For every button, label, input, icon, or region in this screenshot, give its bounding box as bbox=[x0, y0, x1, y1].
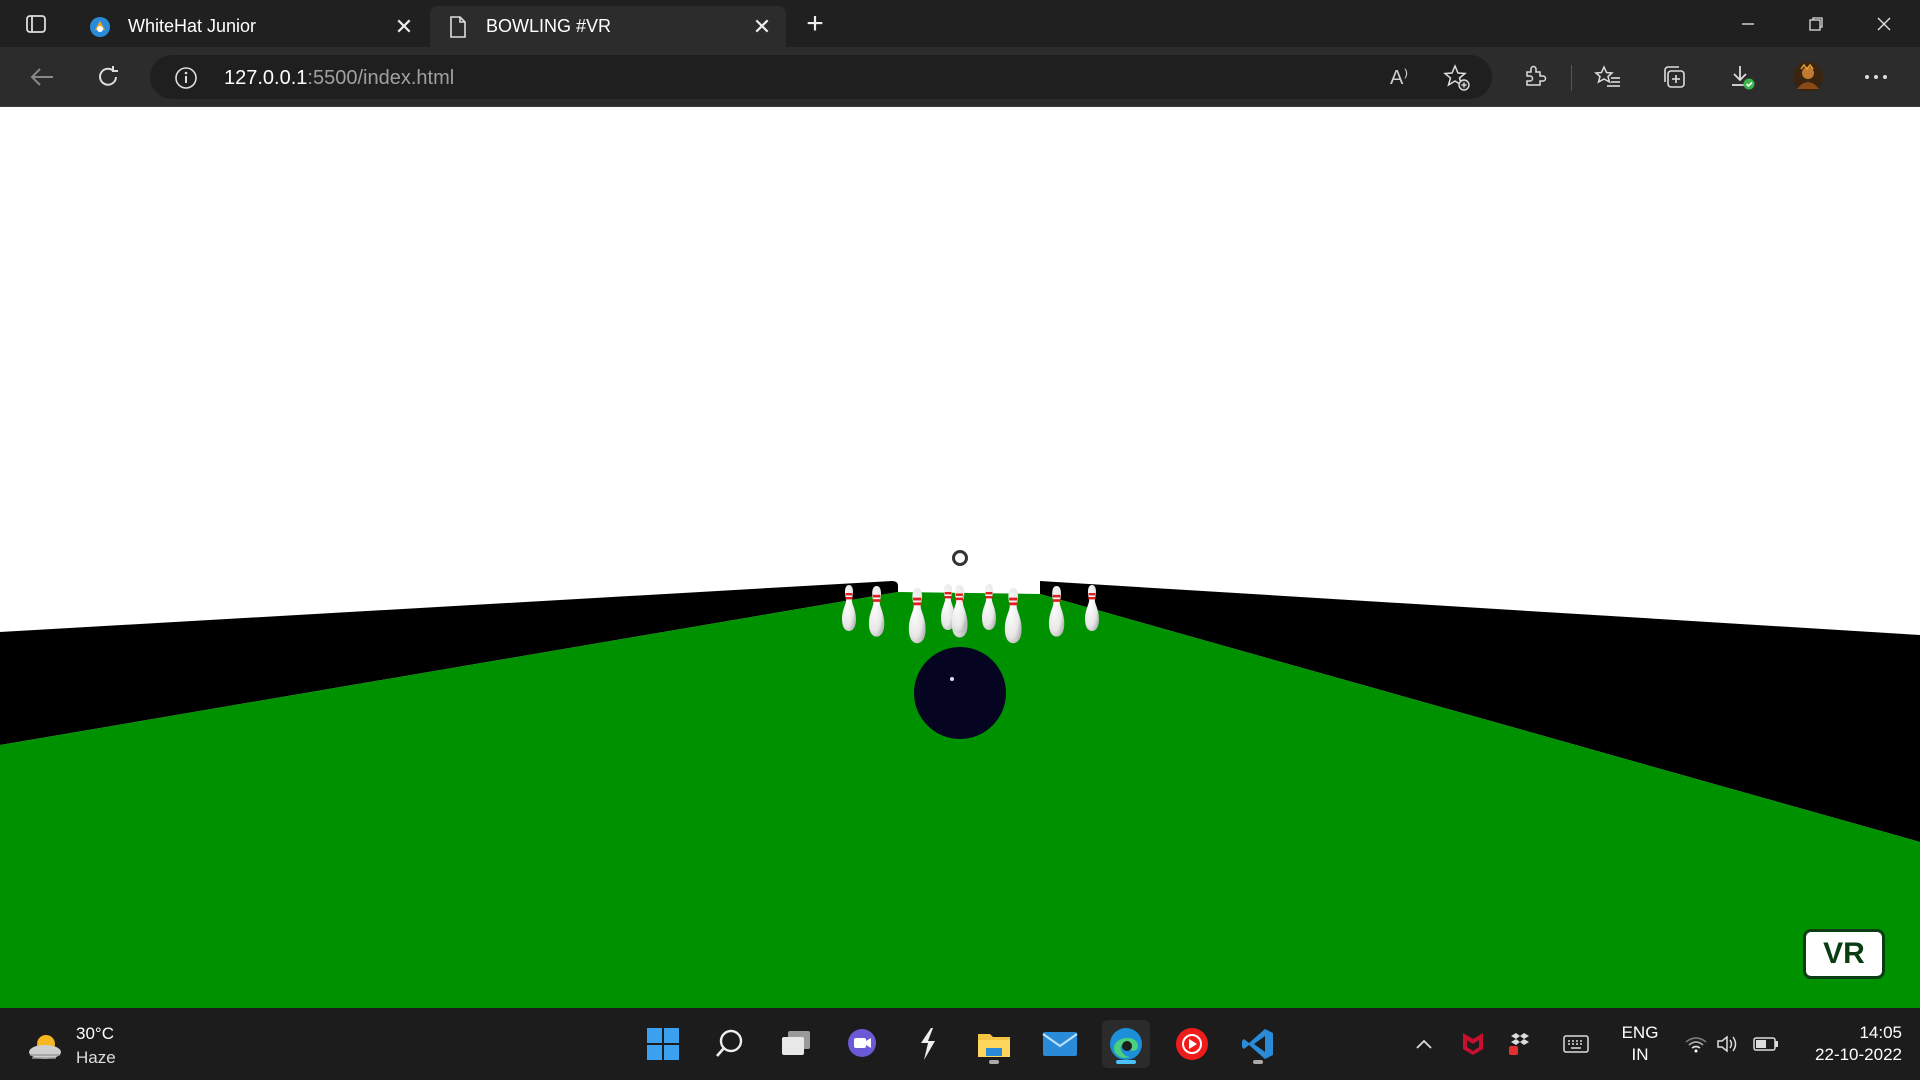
search-icon[interactable] bbox=[706, 1020, 754, 1068]
tab-bowling-vr[interactable]: BOWLING #VR ✕ bbox=[430, 6, 786, 47]
site-info-icon[interactable] bbox=[174, 66, 198, 90]
url-text[interactable]: 127.0.0.1:5500/index.html bbox=[224, 67, 454, 90]
tab-title: BOWLING #VR bbox=[486, 16, 612, 36]
profile-avatar[interactable] bbox=[1788, 57, 1828, 97]
new-tab-icon[interactable]: + bbox=[798, 7, 832, 40]
system-clock[interactable]: 14:05 22-10-2022 bbox=[1792, 1022, 1902, 1066]
more-options-icon[interactable] bbox=[1856, 57, 1896, 97]
youtube-music-icon[interactable] bbox=[1168, 1020, 1216, 1068]
refresh-icon[interactable] bbox=[88, 57, 128, 97]
close-window-icon[interactable] bbox=[1850, 0, 1918, 47]
task-view-icon[interactable] bbox=[772, 1020, 820, 1068]
mail-icon[interactable] bbox=[1036, 1020, 1084, 1068]
url-host: 127.0.0.1 bbox=[224, 67, 308, 89]
downloads-icon[interactable] bbox=[1722, 57, 1762, 97]
bowling-pin bbox=[951, 585, 967, 634]
weather-condition: Haze bbox=[76, 1048, 116, 1067]
battery-icon[interactable] bbox=[1750, 1028, 1782, 1060]
close-tab-icon[interactable]: ✕ bbox=[746, 11, 778, 43]
wifi-icon[interactable] bbox=[1680, 1028, 1712, 1060]
vscode-icon[interactable] bbox=[1234, 1020, 1282, 1068]
mcafee-icon[interactable] bbox=[1457, 1028, 1489, 1060]
touch-keyboard-icon[interactable] bbox=[1560, 1028, 1592, 1060]
language-indicator[interactable]: ENG IN bbox=[1620, 1022, 1660, 1066]
haze-weather-icon bbox=[29, 1035, 61, 1059]
scene-canvas bbox=[0, 550, 1920, 1008]
running-indicator bbox=[1116, 1060, 1136, 1064]
add-favorite-icon[interactable] bbox=[1442, 63, 1472, 93]
ball-highlight bbox=[950, 677, 954, 681]
close-tab-icon[interactable]: ✕ bbox=[388, 11, 420, 43]
favorites-icon[interactable] bbox=[1588, 57, 1628, 97]
page-icon bbox=[446, 15, 470, 39]
bowling-pin bbox=[982, 584, 996, 630]
running-indicator bbox=[1253, 1060, 1263, 1064]
app-lightning-icon[interactable] bbox=[904, 1020, 952, 1068]
tab-title: WhiteHat Junior bbox=[128, 16, 257, 36]
extensions-icon[interactable] bbox=[1514, 57, 1554, 97]
windows-taskbar: 30°C Haze ENG IN 14:05 22-10-2022 bbox=[0, 1008, 1920, 1080]
enter-vr-button[interactable]: VR bbox=[1803, 929, 1885, 979]
restore-icon[interactable] bbox=[1782, 0, 1850, 47]
region-code: IN bbox=[1631, 1045, 1649, 1064]
browser-tab-strip: WhiteHat Junior ✕ BOWLING #VR ✕ + bbox=[0, 0, 1920, 47]
toolbar-divider bbox=[1571, 65, 1572, 91]
edge-browser-icon[interactable] bbox=[1102, 1020, 1150, 1068]
url-path: :5500/index.html bbox=[307, 67, 455, 89]
start-icon[interactable] bbox=[639, 1020, 687, 1068]
tab-whitehat-junior[interactable]: WhiteHat Junior ✕ bbox=[72, 6, 428, 47]
weather-widget[interactable]: 30°C Haze bbox=[26, 1022, 146, 1070]
show-hidden-icons-icon[interactable] bbox=[1408, 1028, 1440, 1060]
whitehat-logo-icon bbox=[88, 15, 112, 39]
back-arrow-icon[interactable] bbox=[22, 57, 62, 97]
clock-time: 14:05 bbox=[1859, 1023, 1902, 1042]
volume-icon[interactable] bbox=[1712, 1028, 1744, 1060]
bowling-ball[interactable] bbox=[914, 647, 1006, 739]
tab-actions-icon[interactable] bbox=[14, 10, 58, 38]
weather-temp: 30°C bbox=[76, 1024, 114, 1043]
minimize-icon[interactable] bbox=[1714, 0, 1782, 47]
language-code: ENG bbox=[1621, 1023, 1659, 1042]
browser-toolbar: 127.0.0.1:5500/index.html A⁾ bbox=[0, 47, 1920, 107]
gaze-cursor bbox=[952, 550, 968, 566]
address-bar[interactable]: 127.0.0.1:5500/index.html A⁾ bbox=[150, 55, 1492, 99]
chat-icon[interactable] bbox=[838, 1020, 886, 1068]
collections-icon[interactable] bbox=[1654, 57, 1694, 97]
file-explorer-icon[interactable] bbox=[970, 1020, 1018, 1068]
bowling-vr-scene[interactable]: VR bbox=[0, 107, 1920, 1008]
clock-date: 22-10-2022 bbox=[1815, 1045, 1902, 1064]
dropbox-icon[interactable] bbox=[1504, 1028, 1536, 1060]
read-aloud-icon[interactable]: A⁾ bbox=[1390, 65, 1408, 90]
running-indicator bbox=[989, 1060, 999, 1064]
